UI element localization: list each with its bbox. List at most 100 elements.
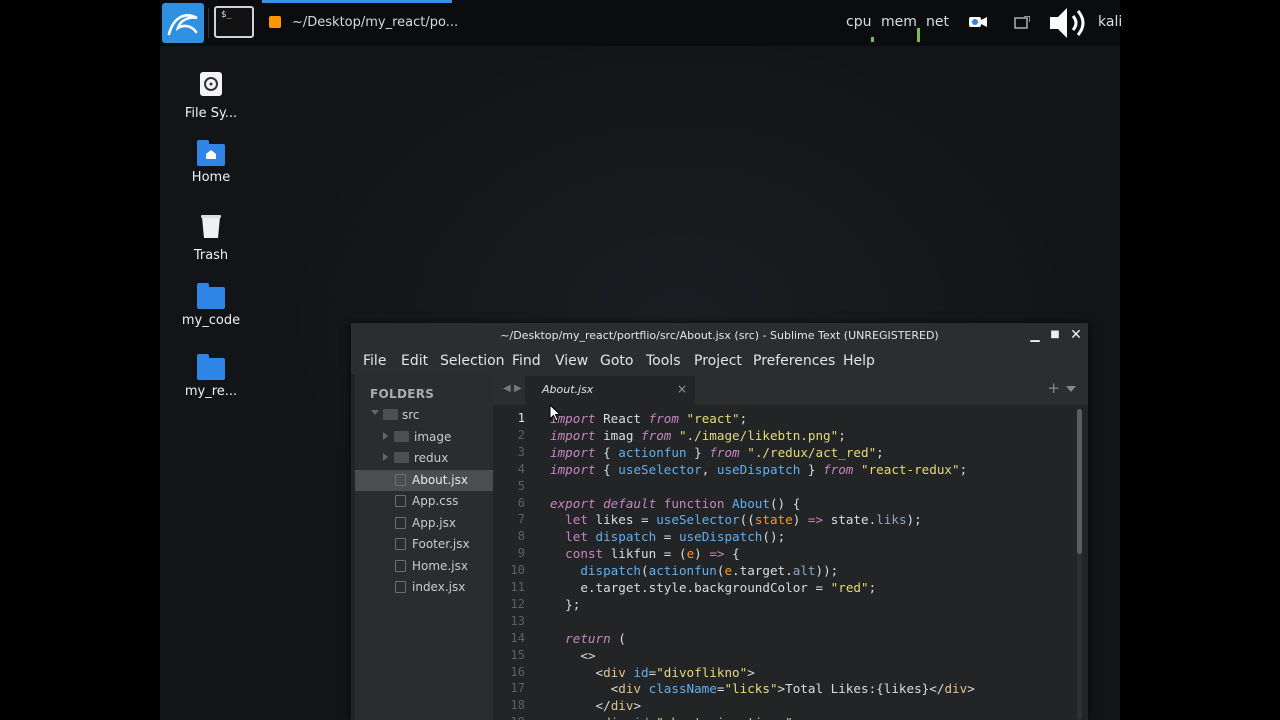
mem-monitor[interactable]: mem: [881, 14, 917, 30]
sidebar-item-image[interactable]: image: [355, 427, 493, 448]
menu-goto[interactable]: Goto: [600, 353, 633, 369]
desktop-icon-label: Trash: [193, 248, 229, 263]
screen-record-icon[interactable]: [1014, 15, 1031, 29]
sidebar-item-home-jsx[interactable]: Home.jsx: [355, 556, 493, 577]
menu-edit[interactable]: Edit: [401, 353, 428, 369]
sublime-text-icon: [269, 16, 281, 28]
desktop-icon-trash[interactable]: Trash: [171, 212, 251, 263]
menu-find[interactable]: Find: [512, 353, 541, 369]
menu-view[interactable]: View: [555, 353, 588, 369]
sidebar-item-label: Footer.jsx: [412, 537, 470, 551]
line-number: 9: [517, 546, 525, 561]
sidebar-item-src[interactable]: src: [355, 405, 493, 426]
net-monitor[interactable]: net: [926, 14, 949, 30]
home-folder-icon: [197, 140, 225, 166]
user-menu[interactable]: kali: [1098, 14, 1122, 30]
tab-dropdown-icon[interactable]: [1066, 386, 1076, 392]
code-line: return (: [565, 630, 626, 646]
code-editor[interactable]: import React from "react"; import imag fr…: [550, 405, 1070, 720]
maximize-button[interactable]: ■: [1048, 328, 1062, 342]
line-number: 7: [517, 512, 525, 527]
line-number: 2: [517, 427, 525, 442]
minimize-button[interactable]: ▁: [1028, 328, 1042, 342]
desktop-icon-filesystem[interactable]: File Sy...: [171, 70, 251, 121]
folder-icon: [394, 431, 409, 442]
file-icon: [395, 538, 406, 550]
new-tab-icon[interactable]: +: [1047, 379, 1060, 397]
menu-bar: File Edit Selection Find View Goto Tools…: [351, 349, 1088, 374]
menu-tools[interactable]: Tools: [646, 353, 681, 369]
folders-sidebar: FOLDERS src image redux About.jsx App.cs…: [355, 374, 493, 720]
window-title: ~/Desktop/my_react/portflio/src/About.js…: [500, 329, 939, 342]
taskbar-window-label: ~/Desktop/my_react/po...: [292, 15, 459, 30]
sidebar-item-label: image: [414, 430, 452, 444]
line-number: 16: [510, 664, 525, 679]
desktop-icon-label: File Sy...: [184, 106, 238, 121]
sidebar-item-about-jsx[interactable]: About.jsx: [355, 470, 493, 491]
scrollbar-thumb[interactable]: [1077, 409, 1082, 554]
taskbar-window-button[interactable]: ~/Desktop/my_react/po...: [262, 0, 458, 46]
code-line: let dispatch = useDispatch();: [565, 529, 786, 545]
line-number: 6: [517, 495, 525, 510]
line-number: 3: [517, 444, 525, 459]
sidebar-item-index-jsx[interactable]: index.jsx: [355, 577, 493, 598]
file-icon: [395, 474, 406, 486]
cpu-monitor[interactable]: cpu: [846, 14, 871, 30]
sidebar-item-app-jsx[interactable]: App.jsx: [355, 513, 493, 534]
code-line: </div>: [595, 698, 642, 714]
line-number-gutter: 12345678910111213141516171819: [493, 405, 543, 720]
filesystem-icon: [200, 72, 222, 96]
code-line: };: [565, 596, 581, 612]
code-line: <div id="divoflikno">: [595, 664, 755, 680]
folder-icon: [197, 354, 225, 380]
folder-icon: [394, 452, 409, 463]
folder-icon: [383, 409, 398, 420]
line-number: 4: [517, 461, 525, 476]
line-number: 18: [510, 698, 525, 713]
terminal-launcher-icon[interactable]: $_: [214, 6, 254, 38]
tab-about-jsx[interactable]: About.jsx ×: [525, 376, 695, 405]
sidebar-header: FOLDERS: [370, 387, 435, 401]
line-number: 5: [517, 478, 525, 493]
line-number: 13: [510, 613, 525, 628]
folder-icon: [197, 283, 225, 309]
menu-preferences[interactable]: Preferences: [753, 353, 835, 369]
kali-menu-icon[interactable]: [162, 3, 204, 43]
sidebar-item-label: Home.jsx: [412, 559, 468, 573]
code-line: import { actionfun } from "./redux/act_r…: [550, 444, 884, 460]
code-line: import React from "react";: [550, 411, 748, 426]
sidebar-item-footer-jsx[interactable]: Footer.jsx: [355, 534, 493, 555]
sidebar-item-app-css[interactable]: App.css: [355, 491, 493, 512]
code-line: export default function About() {: [550, 495, 801, 511]
window-titlebar[interactable]: ~/Desktop/my_react/portflio/src/About.js…: [351, 323, 1088, 349]
volume-icon[interactable]: [1048, 4, 1090, 42]
close-button[interactable]: ✕: [1069, 328, 1083, 342]
tab-prev-icon[interactable]: ◀: [503, 383, 511, 394]
menu-project[interactable]: Project: [694, 353, 742, 369]
line-number: 19: [511, 715, 525, 720]
sidebar-item-label: index.jsx: [412, 580, 466, 594]
code-line: const likfun = (e) => {: [565, 546, 740, 562]
sidebar-item-redux[interactable]: redux: [355, 448, 493, 469]
line-number: 14: [510, 630, 525, 645]
desktop-icon-home[interactable]: Home: [171, 140, 251, 185]
code-line: <>: [580, 647, 596, 663]
desktop-icon-my-code[interactable]: my_code: [171, 283, 251, 328]
line-number: 15: [510, 647, 525, 662]
file-icon: [395, 560, 406, 572]
sidebar-item-label: redux: [414, 451, 449, 465]
tab-next-icon[interactable]: ▶: [514, 383, 522, 394]
camera-icon[interactable]: [968, 14, 988, 30]
chevron-down-icon: [371, 410, 379, 415]
desktop-icon-my-react[interactable]: my_re...: [171, 354, 251, 399]
menu-selection[interactable]: Selection: [440, 353, 505, 369]
sidebar-item-label: About.jsx: [412, 473, 468, 487]
menu-file[interactable]: File: [363, 353, 386, 369]
tab-label: About.jsx: [542, 383, 594, 396]
code-line: dispatch(actionfun(e.target.alt));: [580, 563, 839, 579]
code-line: let likes = useSelector((state) => state…: [565, 512, 922, 528]
tab-close-icon[interactable]: ×: [677, 382, 687, 396]
line-number: 12: [510, 596, 525, 611]
menu-help[interactable]: Help: [843, 353, 875, 369]
code-line: import { useSelector, useDispatch } from…: [550, 461, 968, 477]
